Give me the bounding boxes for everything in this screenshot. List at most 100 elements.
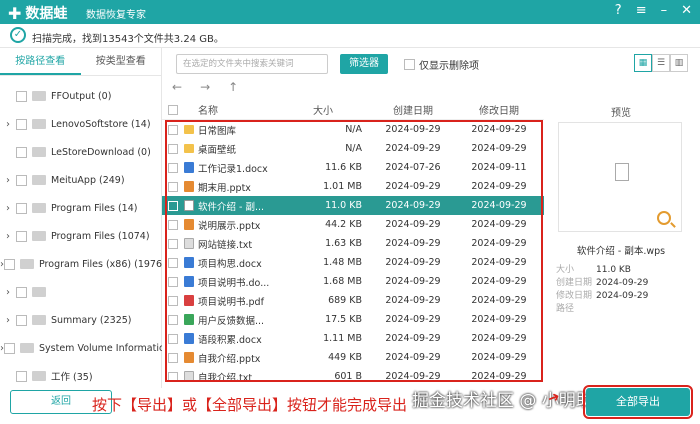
chevron-right-icon[interactable]: › bbox=[0, 203, 16, 214]
file-name: 软件介绍 - 副... bbox=[198, 201, 265, 213]
row-checkbox[interactable] bbox=[168, 314, 178, 325]
check-icon: ✓ bbox=[10, 27, 26, 43]
file-size: 17.5 KB bbox=[325, 314, 362, 325]
preview-meta: 大小 11.0 KB 创建日期 2024-09-29 修改日期 2024-09-29 … bbox=[556, 264, 648, 316]
sidebar-item[interactable]: › Program Files (1074) bbox=[0, 222, 162, 250]
help-icon[interactable]: ? bbox=[615, 3, 622, 18]
chevron-right-icon[interactable]: › bbox=[0, 231, 16, 242]
preview-title: 预览 bbox=[611, 108, 631, 119]
folder-checkbox[interactable] bbox=[16, 90, 27, 102]
select-all-checkbox[interactable] bbox=[168, 104, 178, 115]
row-checkbox[interactable] bbox=[168, 124, 178, 135]
folder-checkbox[interactable] bbox=[16, 286, 27, 298]
menu-icon[interactable]: ≡ bbox=[636, 3, 647, 18]
up-arrow-icon[interactable]: ↑ bbox=[228, 80, 238, 94]
column-name[interactable]: 名称 bbox=[184, 102, 284, 117]
deleted-only-toggle[interactable]: 仅显示删除项 bbox=[404, 57, 479, 72]
pptx-file-icon bbox=[184, 181, 194, 192]
row-checkbox[interactable] bbox=[168, 162, 178, 173]
row-checkbox[interactable] bbox=[168, 371, 178, 382]
chevron-right-icon[interactable]: › bbox=[0, 315, 16, 326]
sidebar-item[interactable]: › Program Files (x86) (1976) bbox=[0, 250, 162, 278]
minimize-icon[interactable]: – bbox=[661, 3, 668, 18]
sidebar-item[interactable]: › Summary (2325) bbox=[0, 306, 162, 334]
file-size: 601 B bbox=[334, 371, 362, 382]
table-row[interactable]: 软件介绍 - 副... 11.0 KB 2024-09-29 2024-09-29 bbox=[162, 196, 544, 215]
list-view-icon[interactable]: ☰ bbox=[652, 54, 670, 72]
table-row[interactable]: 桌面壁纸 N/A 2024-09-29 2024-09-29 bbox=[162, 139, 544, 158]
sidebar-item[interactable]: LeStoreDownload (0) bbox=[0, 138, 162, 166]
close-icon[interactable]: ✕ bbox=[681, 3, 692, 18]
tab-by-path[interactable]: 按路径查看 bbox=[0, 48, 81, 75]
folder-checkbox[interactable] bbox=[16, 202, 27, 214]
forward-arrow-icon[interactable]: → bbox=[200, 80, 210, 94]
column-modified[interactable]: 修改日期 bbox=[456, 102, 542, 117]
app-subtitle: 数据恢复专家 bbox=[86, 10, 146, 21]
table-row[interactable]: 语段积累.docx 1.11 MB 2024-09-29 2024-09-29 bbox=[162, 329, 544, 348]
sidebar-item-label: MeituApp (249) bbox=[51, 174, 125, 186]
row-checkbox[interactable] bbox=[168, 295, 178, 306]
row-checkbox[interactable] bbox=[168, 181, 178, 192]
row-checkbox[interactable] bbox=[168, 200, 178, 211]
app-name: 数据蛙 bbox=[25, 6, 68, 22]
chevron-right-icon[interactable]: › bbox=[0, 287, 16, 298]
row-checkbox[interactable] bbox=[168, 238, 178, 249]
sidebar-item[interactable]: › Program Files (14) bbox=[0, 194, 162, 222]
row-checkbox[interactable] bbox=[168, 143, 178, 154]
row-checkbox[interactable] bbox=[168, 333, 178, 344]
table-row[interactable]: 工作记录1.docx 11.6 KB 2024-07-26 2024-09-11 bbox=[162, 158, 544, 177]
file-list: 日常图库 N/A 2024-09-29 2024-09-29 桌面壁纸 N/A 2024-0… bbox=[162, 120, 544, 386]
table-row[interactable]: 项目说明书.pdf 689 KB 2024-09-29 2024-09-29 bbox=[162, 291, 544, 310]
table-row[interactable]: 项目构思.docx 1.48 MB 2024-09-29 2024-09-29 bbox=[162, 253, 544, 272]
folder-checkbox[interactable] bbox=[16, 174, 27, 186]
detail-view-icon[interactable]: ▥ bbox=[670, 54, 688, 72]
chevron-right-icon[interactable]: › bbox=[0, 175, 16, 186]
row-checkbox[interactable] bbox=[168, 276, 178, 287]
file-created: 2024-07-26 bbox=[385, 162, 441, 173]
sidebar-item-label: Summary (2325) bbox=[51, 314, 132, 326]
back-arrow-icon[interactable]: ← bbox=[172, 80, 182, 94]
preview-filename: 软件介绍 - 副本.wps bbox=[576, 246, 666, 257]
folder-checkbox[interactable] bbox=[16, 118, 27, 130]
table-row[interactable]: 日常图库 N/A 2024-09-29 2024-09-29 bbox=[162, 120, 544, 139]
sidebar-item[interactable]: › System Volume Informatio bbox=[0, 334, 162, 362]
folder-checkbox[interactable] bbox=[4, 258, 15, 270]
sidebar-item[interactable]: › bbox=[0, 278, 162, 306]
folder-checkbox[interactable] bbox=[16, 370, 27, 382]
table-row[interactable]: 网站链接.txt 1.63 KB 2024-09-29 2024-09-29 bbox=[162, 234, 544, 253]
row-checkbox[interactable] bbox=[168, 257, 178, 268]
sidebar-item[interactable]: › LenovoSoftstore (14) bbox=[0, 110, 162, 138]
app-logo: ✚ 数据蛙 bbox=[8, 3, 67, 23]
export-all-button[interactable]: 全部导出 bbox=[583, 385, 693, 419]
file-name: 项目说明书.do... bbox=[198, 277, 270, 289]
search-input[interactable]: 在选定的文件夹中搜索关键词 bbox=[176, 54, 328, 74]
row-checkbox[interactable] bbox=[168, 352, 178, 363]
nav-buttons: ← → ↑ bbox=[172, 80, 238, 94]
row-checkbox[interactable] bbox=[168, 219, 178, 230]
tab-by-type[interactable]: 按类型查看 bbox=[81, 48, 162, 75]
grid-view-icon[interactable]: ▦ bbox=[634, 54, 652, 72]
file-modified: 2024-09-29 bbox=[471, 295, 527, 306]
folder-checkbox[interactable] bbox=[16, 146, 27, 158]
zoom-icon[interactable] bbox=[657, 211, 671, 225]
file-created: 2024-09-29 bbox=[385, 238, 441, 249]
file-name: 期末用.pptx bbox=[198, 182, 251, 194]
table-row[interactable]: 用户反馈数据... 17.5 KB 2024-09-29 2024-09-29 bbox=[162, 310, 544, 329]
table-row[interactable]: 期末用.pptx 1.01 MB 2024-09-29 2024-09-29 bbox=[162, 177, 544, 196]
chevron-right-icon[interactable]: › bbox=[0, 119, 16, 130]
file-size: 449 KB bbox=[328, 352, 362, 363]
folder-checkbox[interactable] bbox=[16, 230, 27, 242]
sidebar-item[interactable]: › MeituApp (249) bbox=[0, 166, 162, 194]
table-row[interactable]: 自我介绍.pptx 449 KB 2024-09-29 2024-09-29 bbox=[162, 348, 544, 367]
scan-status: ✓ 扫描完成，找到13543个文件共3.24 GB。 bbox=[0, 24, 700, 48]
file-created: 2024-09-29 bbox=[385, 295, 441, 306]
folder-checkbox[interactable] bbox=[16, 314, 27, 326]
column-size[interactable]: 大小 bbox=[284, 102, 370, 117]
column-created[interactable]: 创建日期 bbox=[370, 102, 456, 117]
table-row[interactable]: 说明展示.pptx 44.2 KB 2024-09-29 2024-09-29 bbox=[162, 215, 544, 234]
folder-checkbox[interactable] bbox=[4, 342, 15, 354]
sidebar-item[interactable]: FFOutput (0) bbox=[0, 82, 162, 110]
filter-button[interactable]: 筛选器 bbox=[340, 54, 388, 74]
deleted-only-checkbox[interactable] bbox=[404, 59, 415, 70]
table-row[interactable]: 项目说明书.do... 1.68 MB 2024-09-29 2024-09-29 bbox=[162, 272, 544, 291]
